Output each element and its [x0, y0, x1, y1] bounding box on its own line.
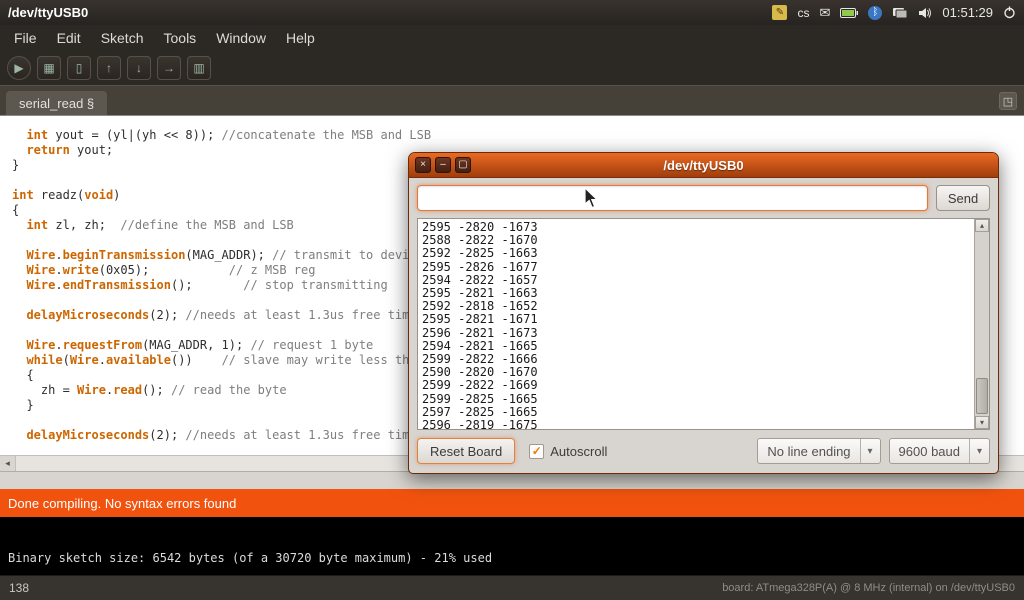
system-tray: ✎ cs ✉ ᛒ 01:51:29: [772, 5, 1016, 21]
open-button[interactable]: ↑: [97, 56, 121, 80]
scroll-left-arrow-icon[interactable]: ◂: [0, 456, 16, 471]
upload-button[interactable]: →: [157, 56, 181, 80]
dialog-body: Send 2595 -2820 -16732588 -2822 -1670259…: [409, 178, 998, 473]
autoscroll-label: Autoscroll: [550, 444, 607, 459]
serial-line: 2595 -2821 -1671: [422, 313, 974, 326]
layout-indicator[interactable]: cs: [797, 6, 809, 20]
code-line: int yout = (yl|(yh << 8)); //concatenate…: [12, 128, 1024, 143]
close-icon[interactable]: ×: [415, 157, 431, 173]
top-panel: /dev/ttyUSB0 ✎ cs ✉ ᛒ 01:51:29: [0, 0, 1024, 25]
serial-line: 2596 -2819 -1675: [422, 419, 974, 429]
send-button[interactable]: Send: [936, 185, 990, 211]
serial-input[interactable]: [417, 185, 928, 211]
clock[interactable]: 01:51:29: [942, 5, 993, 20]
tabbar: serial_read § ◳: [0, 85, 1024, 115]
menu-sketch[interactable]: Sketch: [91, 30, 154, 46]
baud-value: 9600 baud: [890, 444, 969, 459]
keyboard-indicator-icon[interactable]: ✎: [772, 5, 787, 20]
window-controls: × – ▢: [415, 157, 471, 173]
menu-edit[interactable]: Edit: [47, 30, 91, 46]
volume-icon[interactable]: [918, 7, 932, 19]
serial-output-panel: 2595 -2820 -16732588 -2822 -16702592 -28…: [417, 218, 990, 430]
menu-tools[interactable]: Tools: [154, 30, 207, 46]
screen: /dev/ttyUSB0 ✎ cs ✉ ᛒ 01:51:29 FileEditS…: [0, 0, 1024, 600]
mail-icon[interactable]: ✉: [819, 5, 830, 21]
autoscroll-checkbox[interactable]: ✓: [529, 444, 544, 459]
dialog-title: /dev/ttyUSB0: [409, 158, 998, 173]
serial-monitor-button[interactable]: ▥: [187, 56, 211, 80]
line-number: 138: [9, 581, 29, 595]
network-icon[interactable]: [892, 7, 908, 19]
serial-line: 2599 -2822 -1669: [422, 379, 974, 392]
baud-select[interactable]: 9600 baud ▾: [889, 438, 990, 464]
send-row: Send: [417, 185, 990, 211]
scrollbar-thumb[interactable]: [976, 378, 988, 414]
new-button[interactable]: ▯: [67, 56, 91, 80]
status-bar: Done compiling. No syntax errors found: [0, 489, 1024, 517]
reset-board-button[interactable]: Reset Board: [417, 438, 515, 464]
scroll-up-arrow-icon[interactable]: ▴: [975, 219, 989, 232]
console-text: Binary sketch size: 6542 bytes (of a 307…: [8, 551, 1016, 565]
menu-help[interactable]: Help: [276, 30, 325, 46]
serial-output[interactable]: 2595 -2820 -16732588 -2822 -16702592 -28…: [418, 219, 974, 429]
bluetooth-icon[interactable]: ᛒ: [868, 6, 882, 20]
serial-line: 2592 -2825 -1663: [422, 247, 974, 260]
battery-icon[interactable]: [840, 8, 858, 18]
menubar: FileEditSketchToolsWindowHelp: [0, 25, 1024, 51]
tab-menu-button[interactable]: ◳: [999, 92, 1017, 110]
tab-serial-read[interactable]: serial_read §: [6, 91, 107, 115]
line-ending-select[interactable]: No line ending ▾: [757, 438, 880, 464]
chevron-down-icon: ▾: [860, 439, 880, 463]
dialog-bottom-bar: Reset Board ✓ Autoscroll No line ending …: [417, 437, 990, 465]
serial-line: 2596 -2821 -1673: [422, 327, 974, 340]
save-button[interactable]: ↓: [127, 56, 151, 80]
minimize-icon[interactable]: –: [435, 157, 451, 173]
maximize-icon[interactable]: ▢: [455, 157, 471, 173]
board-info: board: ATmega328P(A) @ 8 MHz (internal) …: [722, 582, 1015, 594]
chevron-down-icon: ▾: [969, 439, 989, 463]
verify-button[interactable]: ▶: [7, 56, 31, 80]
mouse-cursor: [584, 187, 602, 211]
dialog-titlebar[interactable]: × – ▢ /dev/ttyUSB0: [409, 153, 998, 178]
scroll-down-arrow-icon[interactable]: ▾: [975, 416, 989, 429]
line-ending-value: No line ending: [758, 444, 859, 459]
stop-button[interactable]: ▦: [37, 56, 61, 80]
toolbar: ▶▦▯↑↓→▥: [0, 51, 1024, 85]
serial-line: 2595 -2826 -1677: [422, 261, 974, 274]
status-message: Done compiling. No syntax errors found: [8, 496, 236, 511]
menu-window[interactable]: Window: [206, 30, 276, 46]
session-icon[interactable]: [1003, 6, 1016, 19]
console-output: Binary sketch size: 6542 bytes (of a 307…: [0, 517, 1024, 575]
window-title: /dev/ttyUSB0: [8, 5, 88, 20]
menu-file[interactable]: File: [4, 30, 47, 46]
serial-line: 2599 -2825 -1665: [422, 393, 974, 406]
serial-monitor-window: × – ▢ /dev/ttyUSB0 Send 2595 -2820 -1673…: [408, 152, 999, 474]
serial-scrollbar[interactable]: ▴ ▾: [974, 219, 989, 429]
footer-bar: 138 board: ATmega328P(A) @ 8 MHz (intern…: [0, 575, 1024, 600]
tab-label: serial_read §: [19, 96, 94, 111]
